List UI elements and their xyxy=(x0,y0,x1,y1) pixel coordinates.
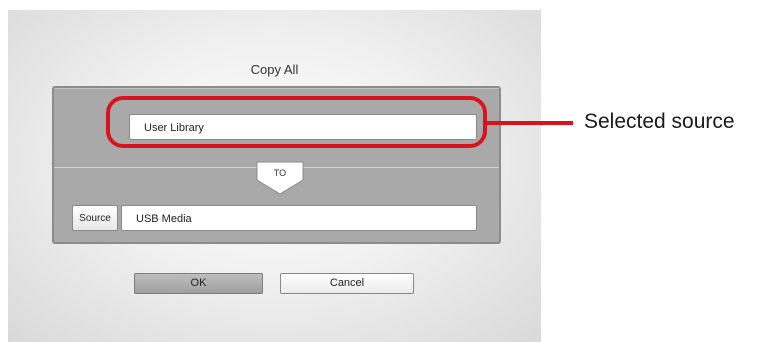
selected-source-highlight xyxy=(106,96,487,148)
device-screen: Copy All User Library TO Source USB Medi… xyxy=(8,10,541,342)
dialog-title: Copy All xyxy=(250,62,299,77)
to-label: TO xyxy=(273,168,287,178)
callout-line xyxy=(487,121,573,125)
to-connector: TO xyxy=(256,161,304,195)
source-button[interactable]: Source xyxy=(72,205,118,231)
destination-field[interactable]: USB Media xyxy=(121,205,477,231)
callout-label: Selected source xyxy=(584,110,735,133)
down-arrow-tab-icon xyxy=(256,161,304,195)
cancel-button[interactable]: Cancel xyxy=(280,273,414,294)
ok-button[interactable]: OK xyxy=(134,273,263,294)
